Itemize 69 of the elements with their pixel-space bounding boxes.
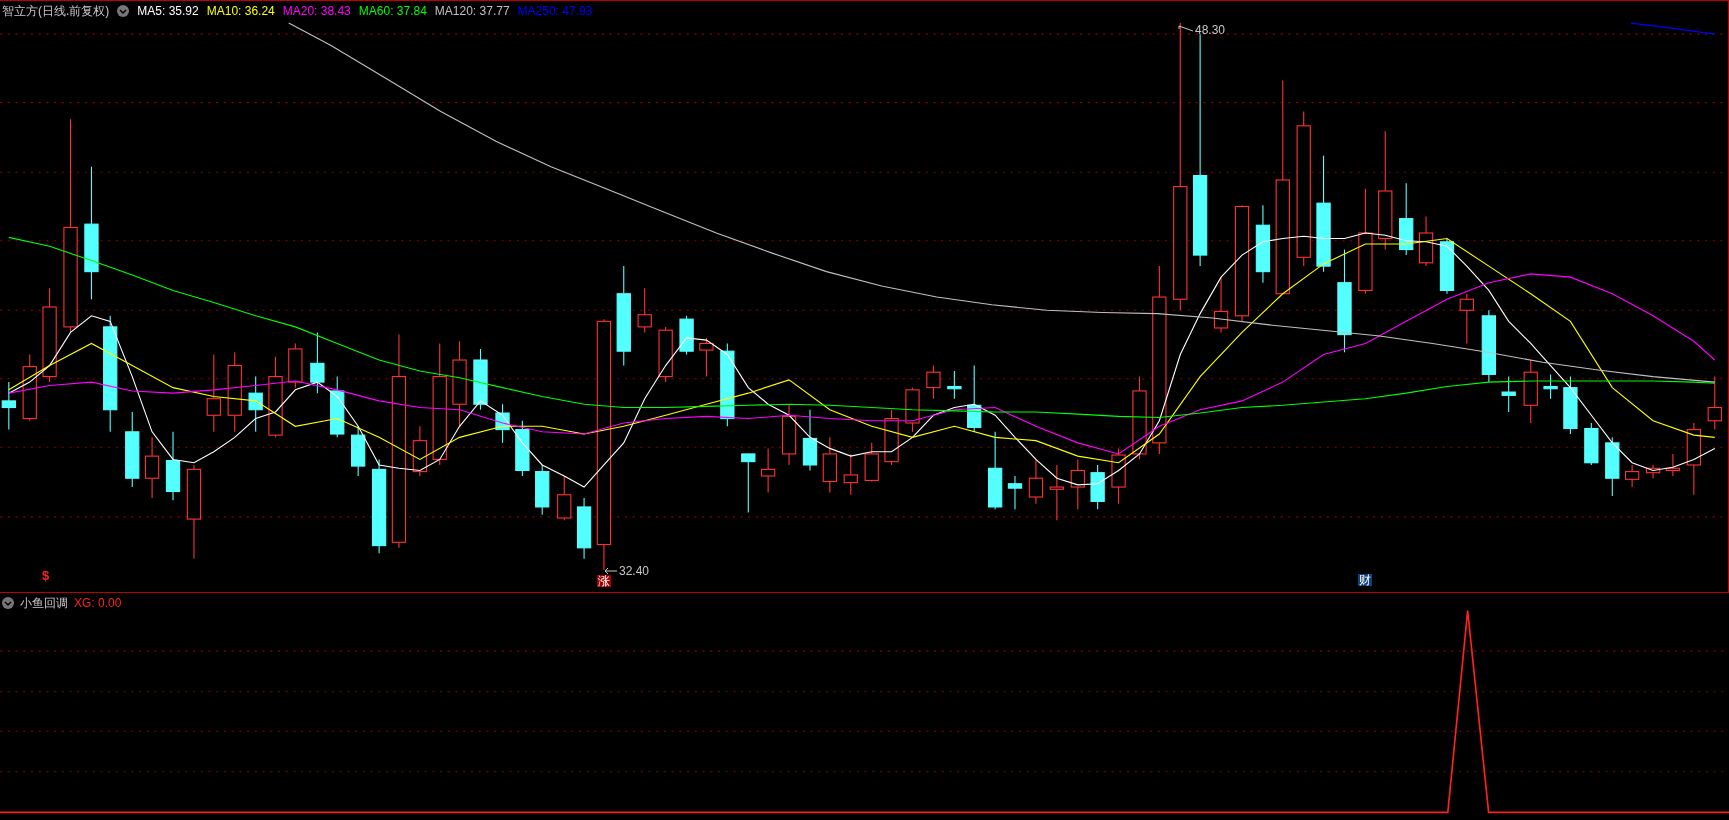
- candlestick: [310, 331, 325, 394]
- candlestick: [165, 431, 181, 501]
- candlestick: [864, 442, 879, 483]
- arrow-icon: [604, 567, 618, 575]
- arrow-icon: [1178, 25, 1194, 35]
- candlestick: [1070, 458, 1085, 510]
- candlestick: [1605, 436, 1620, 497]
- candlestick: [699, 337, 714, 378]
- candlestick: [1523, 359, 1538, 424]
- candlestick: [412, 425, 428, 477]
- candlestick: [495, 403, 510, 444]
- moving-average-value: MA120: 37.77: [434, 3, 510, 20]
- candlestick: [248, 376, 263, 433]
- candlestick: [1501, 376, 1516, 413]
- candlestick: [1707, 376, 1722, 431]
- candlestick: [905, 387, 920, 433]
- candlestick: [1213, 276, 1229, 333]
- candlestick: [1624, 464, 1640, 488]
- candlestick: [1049, 464, 1064, 521]
- candlestick: [926, 365, 941, 400]
- candlestick: [1459, 293, 1474, 344]
- candlestick: [473, 348, 488, 411]
- candlestick: [1, 381, 16, 431]
- candlestick: [822, 436, 837, 494]
- event-badge: 财: [1358, 574, 1372, 586]
- candlestick: [1028, 458, 1044, 505]
- candlestick: [1090, 464, 1105, 510]
- moving-average-value: MA250: 47.93: [517, 3, 593, 20]
- indicator-title: 小鱼回调: [20, 595, 68, 612]
- candlestick: [637, 287, 652, 333]
- candlestick: [679, 315, 694, 356]
- candlestick: [22, 353, 37, 422]
- high-price-label: 48.30: [1195, 22, 1226, 39]
- low-price-label: 32.40: [619, 563, 650, 580]
- candlestick: [576, 497, 592, 560]
- candlestick: [1563, 376, 1578, 435]
- candlestick: [1665, 453, 1681, 477]
- moving-average-value: MA10: 36.24: [206, 3, 275, 20]
- moving-average-value: MA20: 38.43: [282, 3, 351, 20]
- chart-title: 智立方(日线.前复权): [2, 3, 110, 20]
- candlestick: [1418, 215, 1434, 267]
- indicator-value: XG: 0.00: [74, 595, 122, 612]
- event-badge: 涨: [597, 575, 611, 587]
- dropdown-icon[interactable]: [2, 597, 14, 609]
- candlestick: [760, 447, 776, 494]
- candlestick: [557, 475, 572, 521]
- candlestick: [1543, 373, 1558, 400]
- candlestick: [741, 453, 756, 513]
- candlestick: [1645, 464, 1661, 479]
- moving-average-value: MA5: 35.92: [137, 3, 199, 20]
- candlestick: [515, 420, 530, 477]
- candlestick: [802, 409, 818, 472]
- candlestick: [843, 453, 858, 496]
- candlestick: [1007, 475, 1023, 510]
- moving-average-value: MA60: 37.84: [358, 3, 427, 20]
- dropdown-icon[interactable]: [117, 5, 130, 17]
- candlestick: [288, 342, 303, 389]
- candlestick: [781, 403, 797, 466]
- candlestick: [1584, 422, 1599, 466]
- candlestick: [1111, 447, 1126, 505]
- candlestick: [884, 409, 899, 466]
- candlestick: [947, 370, 962, 400]
- candlestick: [535, 464, 550, 516]
- candlestick: [330, 376, 345, 438]
- signal-mark: $: [42, 569, 50, 582]
- candlestick: [658, 326, 673, 383]
- candlestick: [1439, 237, 1455, 295]
- candlestick: [144, 436, 160, 499]
- candlestick: [967, 365, 982, 433]
